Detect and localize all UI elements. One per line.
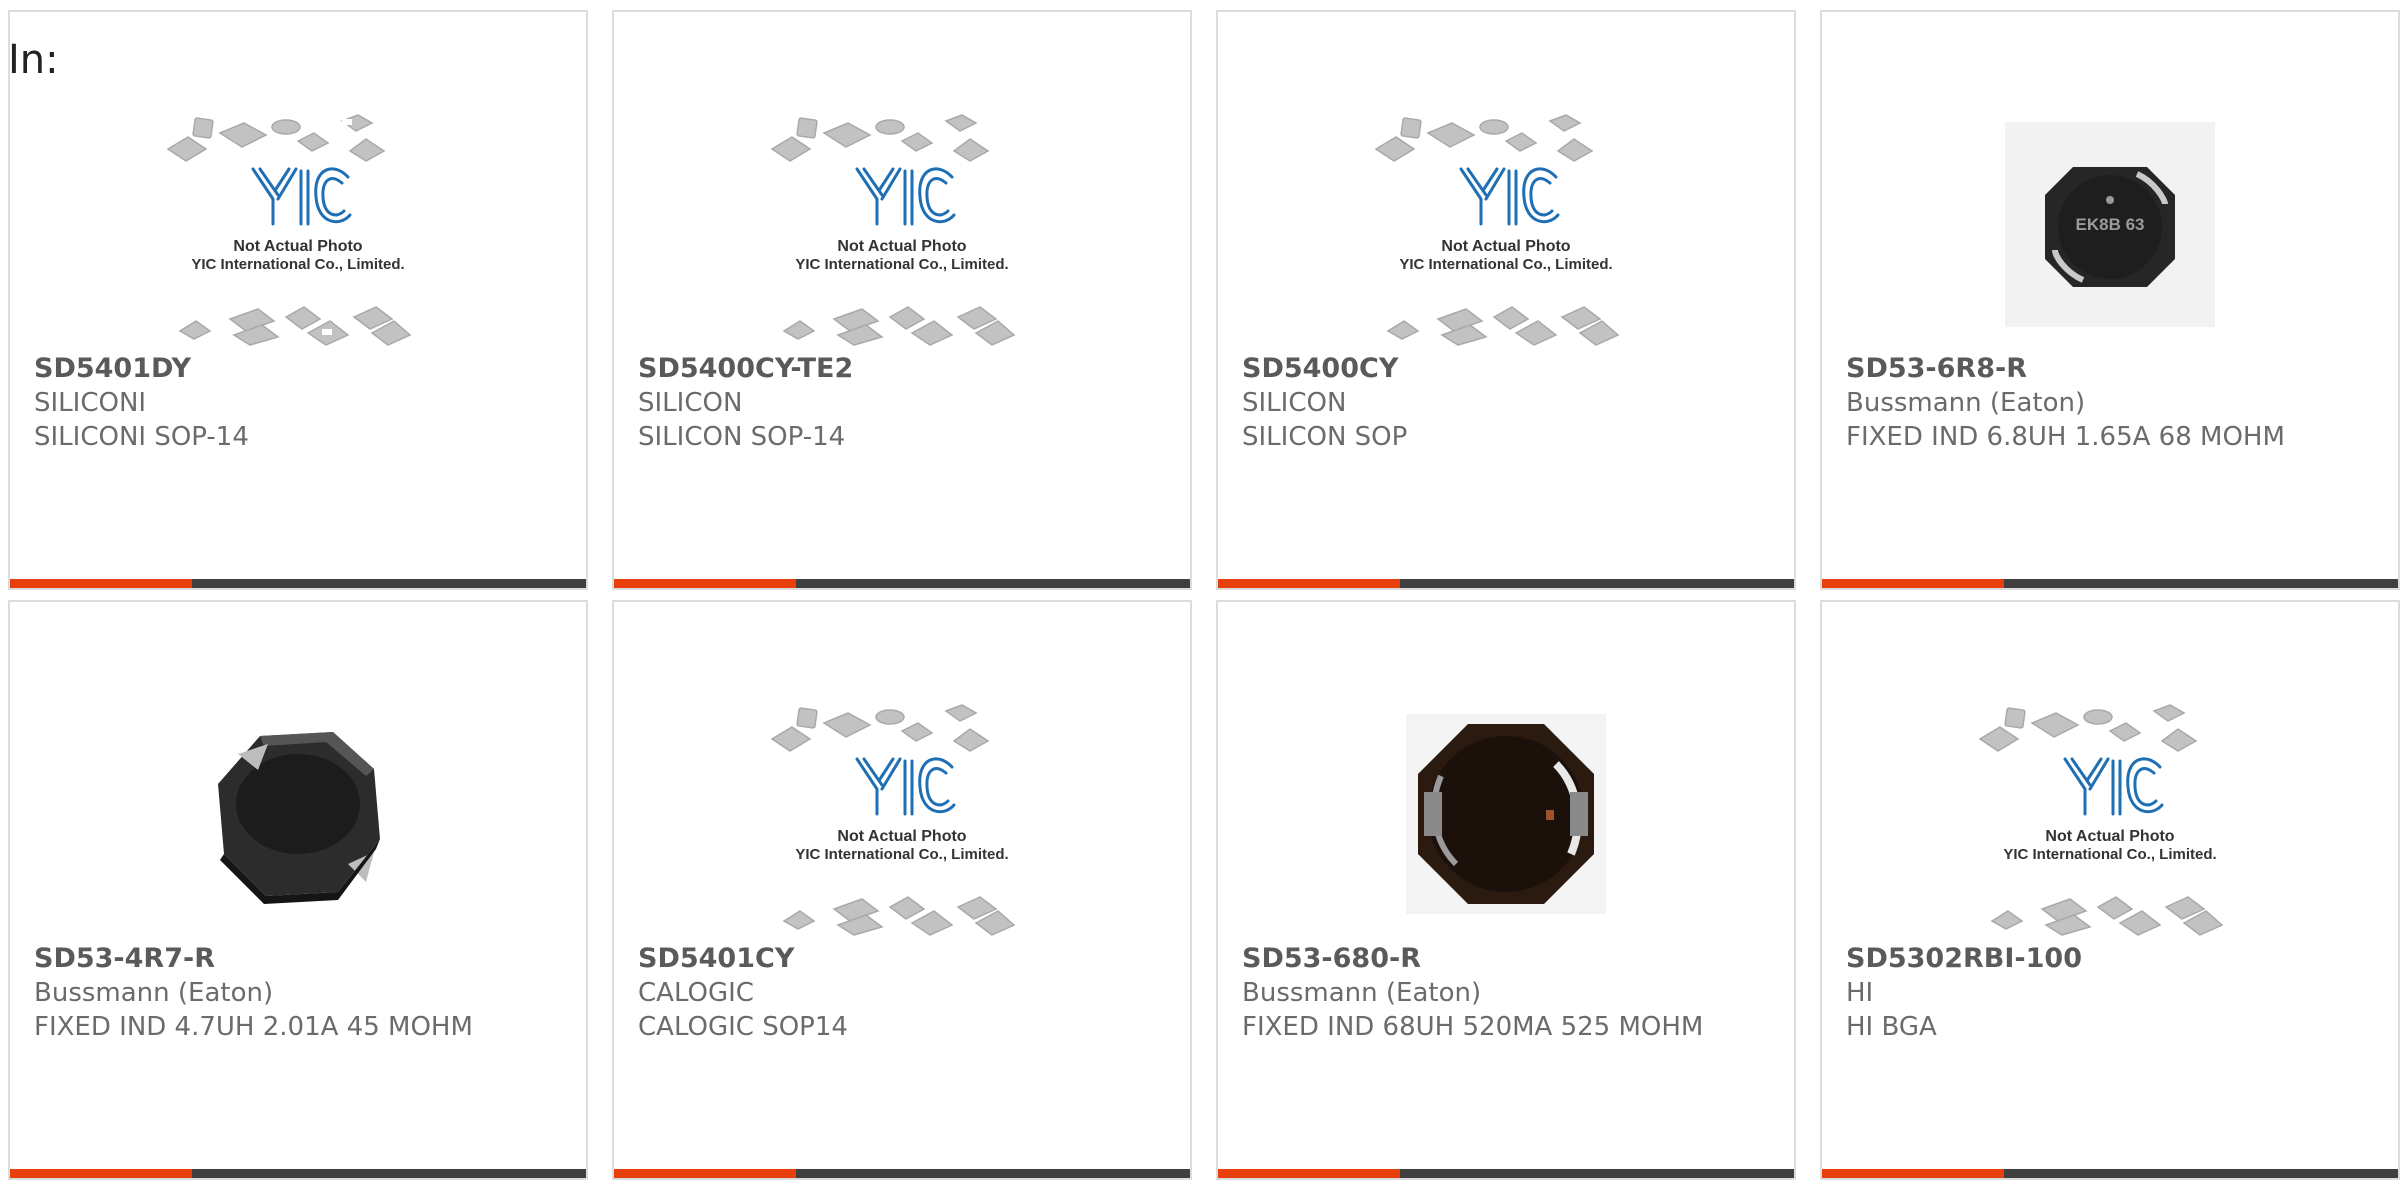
manufacturer: SILICON bbox=[1242, 388, 1347, 418]
manufacturer: Bussmann (Eaton) bbox=[1242, 978, 1482, 1008]
part-number[interactable]: SD5401DY bbox=[34, 352, 566, 386]
placeholder-photo-icon: Not Actual Photo YIC International Co., … bbox=[166, 114, 412, 346]
part-number[interactable]: SD53-6R8-R bbox=[1846, 352, 2378, 386]
product-card[interactable]: Not Actual Photo YIC International Co., … bbox=[612, 600, 1192, 1180]
part-number[interactable]: SD5400CY bbox=[1242, 352, 1774, 386]
inductor-photo-icon: EK8B 63 bbox=[2005, 121, 2215, 327]
product-card[interactable]: SD53-680-R Bussmann (Eaton) FIXED IND 68… bbox=[1216, 600, 1796, 1180]
description: HI BGA bbox=[1846, 1012, 1937, 1042]
manufacturer: CALOGIC bbox=[638, 978, 754, 1008]
placeholder-photo-icon: Not Actual Photo YIC International Co., … bbox=[770, 704, 1016, 936]
description: FIXED IND 4.7UH 2.01A 45 MOHM bbox=[34, 1012, 473, 1042]
product-card[interactable]: Not Actual Photo YIC International Co., … bbox=[1820, 600, 2400, 1180]
description: FIXED IND 68UH 520MA 525 MOHM bbox=[1242, 1012, 1704, 1042]
inductor-marking: EK8B 63 bbox=[2076, 215, 2145, 234]
manufacturer: Bussmann (Eaton) bbox=[34, 978, 274, 1008]
page-label: In: bbox=[8, 37, 59, 83]
placeholder-line1: Not Actual Photo bbox=[2045, 828, 2174, 845]
manufacturer: SILICONI bbox=[34, 388, 147, 418]
product-image[interactable]: EK8B 63 bbox=[1822, 94, 2398, 354]
card-bottom-bar bbox=[1218, 1169, 1794, 1178]
description: SILICON SOP bbox=[1242, 422, 1408, 452]
manufacturer: SILICON bbox=[638, 388, 743, 418]
part-number[interactable]: SD53-680-R bbox=[1242, 942, 1774, 976]
placeholder-line1: Not Actual Photo bbox=[837, 238, 966, 255]
placeholder-line1: Not Actual Photo bbox=[837, 828, 966, 845]
inductor-photo-icon bbox=[218, 732, 380, 904]
card-bottom-bar bbox=[10, 1169, 586, 1178]
part-number[interactable]: SD53-4R7-R bbox=[34, 942, 566, 976]
manufacturer: Bussmann (Eaton) bbox=[1846, 388, 2086, 418]
placeholder-line2: YIC International Co., Limited. bbox=[795, 256, 1008, 273]
product-image[interactable]: Not Actual Photo YIC International Co., … bbox=[1822, 684, 2398, 944]
description: FIXED IND 6.8UH 1.65A 68 MOHM bbox=[1846, 422, 2285, 452]
card-bottom-bar bbox=[1822, 1169, 2398, 1178]
inductor-photo-icon bbox=[1406, 714, 1606, 914]
part-number[interactable]: SD5401CY bbox=[638, 942, 1170, 976]
part-number[interactable]: SD5400CY-TE2 bbox=[638, 352, 1170, 386]
description: SILICONI SOP-14 bbox=[34, 422, 249, 452]
product-card[interactable]: Not Actual Photo YIC International Co., … bbox=[1216, 10, 1796, 590]
card-bottom-bar bbox=[1822, 579, 2398, 588]
product-image[interactable] bbox=[10, 684, 586, 944]
placeholder-line1: Not Actual Photo bbox=[1441, 238, 1570, 255]
product-card[interactable]: EK8B 63 SD53-6R8-R Bussmann (Eaton) FIXE… bbox=[1820, 10, 2400, 590]
description: CALOGIC SOP14 bbox=[638, 1012, 848, 1042]
product-image[interactable]: Not Actual Photo YIC International Co., … bbox=[614, 684, 1190, 944]
card-bottom-bar bbox=[614, 1169, 1190, 1178]
description: SILICON SOP-14 bbox=[638, 422, 846, 452]
placeholder-photo-icon: Not Actual Photo YIC International Co., … bbox=[1978, 704, 2224, 936]
placeholder-line2: YIC International Co., Limited. bbox=[2003, 846, 2216, 863]
card-bottom-bar bbox=[614, 579, 1190, 588]
product-image[interactable]: Not Actual Photo YIC International Co., … bbox=[614, 94, 1190, 354]
product-image[interactable]: Not Actual Photo YIC International Co., … bbox=[10, 94, 586, 354]
product-grid: Not Actual Photo YIC International Co., … bbox=[8, 10, 2400, 1180]
card-bottom-bar bbox=[10, 579, 586, 588]
placeholder-line2: YIC International Co., Limited. bbox=[795, 846, 1008, 863]
product-card[interactable]: SD53-4R7-R Bussmann (Eaton) FIXED IND 4.… bbox=[8, 600, 588, 1180]
placeholder-photo-icon: Not Actual Photo YIC International Co., … bbox=[1374, 114, 1620, 346]
product-image[interactable]: Not Actual Photo YIC International Co., … bbox=[1218, 94, 1794, 354]
placeholder-line1: Not Actual Photo bbox=[233, 238, 362, 255]
placeholder-line2: YIC International Co., Limited. bbox=[1399, 256, 1612, 273]
part-number[interactable]: SD5302RBI-100 bbox=[1846, 942, 2378, 976]
placeholder-line2: YIC International Co., Limited. bbox=[191, 256, 404, 273]
product-card[interactable]: Not Actual Photo YIC International Co., … bbox=[612, 10, 1192, 590]
manufacturer: HI bbox=[1846, 978, 1874, 1008]
product-image[interactable] bbox=[1218, 684, 1794, 944]
placeholder-photo-icon: Not Actual Photo YIC International Co., … bbox=[770, 114, 1016, 346]
product-card[interactable]: Not Actual Photo YIC International Co., … bbox=[8, 10, 588, 590]
card-bottom-bar bbox=[1218, 579, 1794, 588]
